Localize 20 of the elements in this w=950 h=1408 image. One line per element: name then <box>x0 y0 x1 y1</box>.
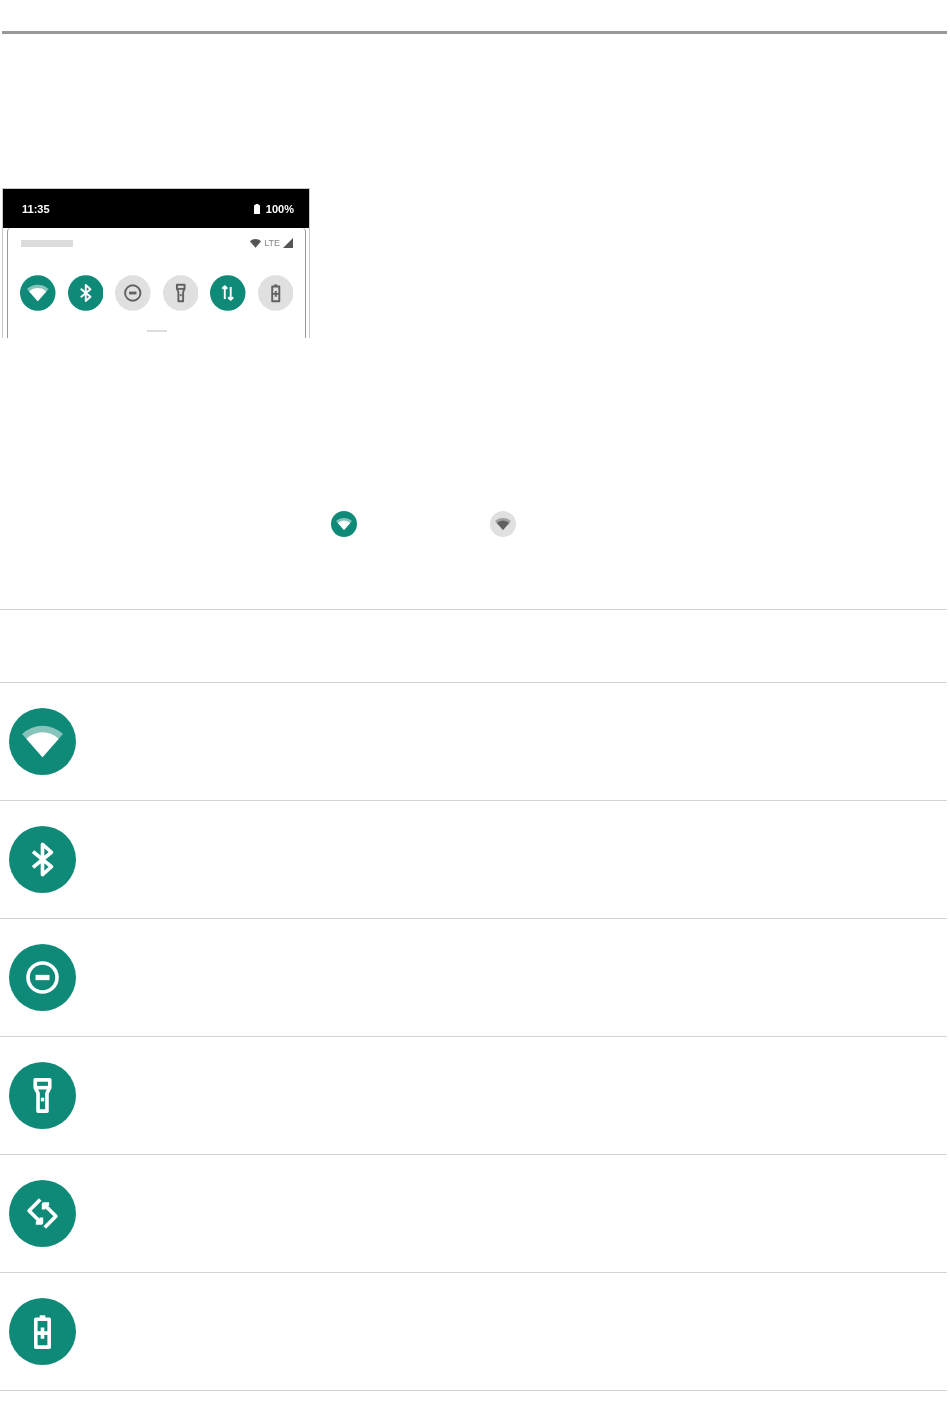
bluetooth-icon[interactable] <box>67 275 103 311</box>
minus-circle-icon <box>9 944 76 1011</box>
wifi-icon[interactable] <box>20 275 56 311</box>
up-down-arrows-icon[interactable] <box>210 275 246 311</box>
drag-handle[interactable] <box>146 330 167 332</box>
signal-icon <box>283 238 293 248</box>
placeholder-bar <box>21 239 73 247</box>
wifi-icon <box>9 708 76 775</box>
battery-icon <box>253 203 260 214</box>
battery-plus-icon[interactable] <box>257 275 293 311</box>
wifi-icon <box>249 238 263 248</box>
battery-percentage: 100% <box>265 202 294 215</box>
network-type-label: LTE <box>264 238 280 248</box>
battery-plus-icon <box>9 1298 76 1365</box>
flashlight-icon[interactable] <box>162 275 198 311</box>
status-time: 11:35 <box>22 202 50 215</box>
flashlight-icon <box>9 1062 76 1129</box>
minus-circle-icon[interactable] <box>115 275 151 311</box>
rotate-arrows-icon <box>9 1180 76 1247</box>
bluetooth-icon <box>9 826 76 893</box>
